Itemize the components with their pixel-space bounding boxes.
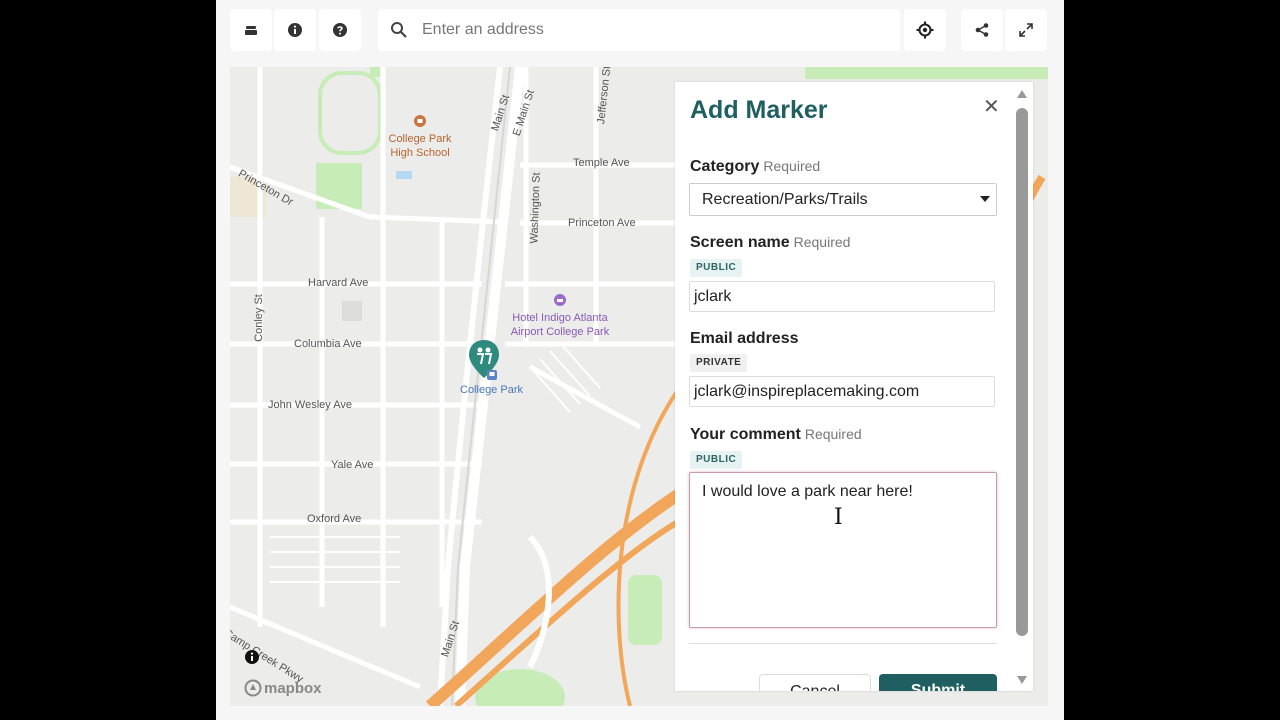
divider [689,643,997,644]
comment-label: Your comment Required [690,426,862,444]
hotel-icon [554,294,566,306]
school-poi[interactable]: College Park High School [385,114,455,160]
text-cursor-icon: I [834,505,843,530]
scrollbar-graphic [1016,90,1028,684]
street-label: Princeton Ave [568,217,636,229]
comment-textarea[interactable]: I would love a park near here! [689,472,997,628]
screen-name-field[interactable]: jclark [689,281,995,312]
search-icon [391,22,407,38]
train-icon [487,370,497,380]
required-tag: Required [804,426,862,442]
mapbox-icon [244,679,262,697]
street-label: Yale Ave [331,459,374,471]
app-page: Main St E Main St Jefferson St Temple Av… [216,0,1064,720]
private-badge: PRIVATE [690,354,748,372]
screen-name-label-text: Screen name [690,234,790,251]
street-label: Washington St [528,172,543,244]
school-label-line2: High School [390,147,450,159]
hotel-label-line1: Hotel Indigo Atlanta [512,312,608,324]
layers-button[interactable] [230,9,272,51]
help-icon [333,23,347,37]
cancel-button[interactable]: Cancel [759,674,871,691]
street-label: John Wesley Ave [268,399,352,411]
layers-icon [245,26,257,35]
category-select[interactable]: Recreation/Parks/Trails [689,183,997,216]
hotel-poi[interactable]: Hotel Indigo Atlanta Airport College Par… [500,293,620,339]
mapbox-wordmark: mapbox [264,679,322,697]
email-field[interactable]: jclark@inspireplacemaking.com [689,376,995,407]
station-label: College Park [460,384,523,396]
station-poi[interactable]: College Park [460,369,523,396]
help-button[interactable] [319,9,361,51]
street-label: Oxford Ave [307,513,362,525]
comment-label-text: Your comment [690,426,801,443]
street-label: Temple Ave [573,157,630,169]
attribution-info-icon[interactable] [244,649,260,665]
fullscreen-button[interactable] [1005,9,1047,51]
submit-button[interactable]: Submit [879,674,997,691]
email-label: Email address [690,330,799,347]
category-value: Recreation/Parks/Trails [702,190,868,208]
add-marker-panel: Add Marker ✕ Category Required Recreation… [675,82,1033,691]
panel-scrollbar[interactable] [1015,86,1029,688]
hotel-label-line2: Airport College Park [510,326,610,338]
category-label-text: Category [690,158,760,175]
mapbox-logo[interactable]: mapbox [244,679,322,697]
address-search [378,9,900,51]
info-icon [288,23,302,37]
locate-button[interactable] [904,9,946,51]
category-label: Category Required [690,158,820,176]
public-badge: PUBLIC [690,451,743,469]
street-label: Columbia Ave [294,338,362,350]
school-icon [414,115,426,127]
street-label: Harvard Ave [308,277,369,289]
school-label-line1: College Park [388,133,452,145]
share-button[interactable] [961,9,1003,51]
screen-name-label: Screen name Required [690,234,850,252]
panel-title: Add Marker [690,96,828,124]
chevron-down-icon [980,196,990,202]
share-icon [975,23,989,37]
public-badge: PUBLIC [690,259,743,277]
address-input[interactable] [420,20,864,40]
close-icon[interactable]: ✕ [983,94,1000,119]
street-label: Conley St [252,294,265,342]
expand-icon [1019,23,1033,37]
required-tag: Required [793,234,851,250]
required-tag: Required [763,158,821,174]
crosshair-icon [916,21,934,39]
info-button[interactable] [274,9,316,51]
